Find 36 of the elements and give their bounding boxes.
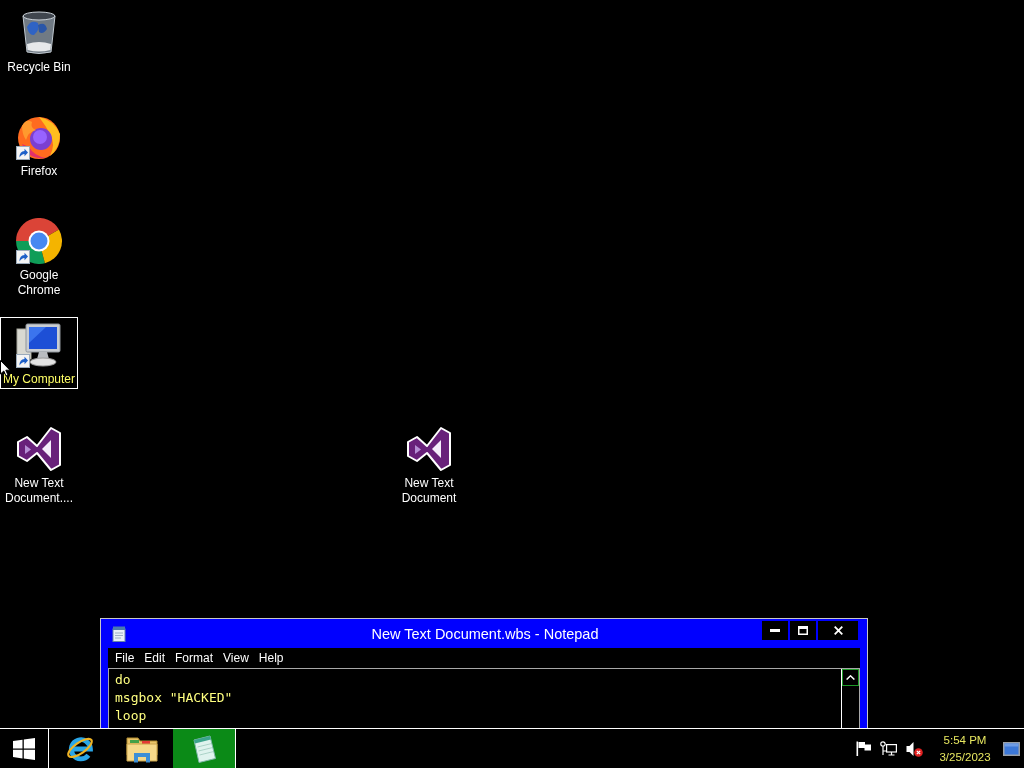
close-button[interactable]: [818, 621, 858, 640]
desktop-item[interactable]: New Text Document....: [0, 421, 78, 508]
trash-can-icon: [21, 11, 57, 55]
close-icon: [833, 626, 843, 635]
minimize-button[interactable]: [762, 621, 788, 640]
menu-item[interactable]: Edit: [139, 649, 171, 667]
maximize-button[interactable]: [790, 621, 816, 640]
e-logo-icon: [64, 734, 96, 763]
clock-time: 5:54 PM: [943, 732, 987, 748]
caret-icon: [846, 675, 855, 680]
notepad-icon[interactable]: [112, 625, 126, 642]
menu-item[interactable]: File: [110, 649, 140, 667]
menu-item[interactable]: Help: [253, 649, 289, 667]
minimize-icon: [770, 629, 780, 632]
ribbon-logo-icon: [406, 426, 452, 472]
clock-date: 3/25/2023: [939, 749, 991, 765]
screen-icon[interactable]: [1003, 741, 1020, 756]
window-title: New Text Document.wbs - Notepad: [371, 625, 599, 642]
network-icon[interactable]: [880, 741, 897, 756]
menu-item[interactable]: Format: [170, 649, 219, 667]
flag-icon[interactable]: [856, 741, 871, 756]
ribbon-logo-icon: [16, 426, 62, 472]
notepad-icon: [191, 734, 217, 763]
scroll-up-button[interactable]: [842, 669, 859, 686]
folder-icon: [126, 734, 158, 763]
menu-item[interactable]: View: [218, 649, 254, 667]
maximize-icon: [798, 626, 808, 635]
scrollbar[interactable]: [841, 669, 859, 728]
desktop-item[interactable]: Recycle Bin: [0, 5, 78, 77]
desktop-item[interactable]: Firefox: [0, 109, 78, 181]
desktop-item[interactable]: Google Chrome: [0, 213, 78, 300]
desktop-item[interactable]: New Text Document: [390, 421, 468, 508]
windows-logo-icon: [13, 737, 35, 760]
computer-icon: [16, 323, 62, 367]
desktop-item[interactable]: My Computer: [0, 317, 78, 389]
speaker-icon[interactable]: [906, 740, 923, 757]
